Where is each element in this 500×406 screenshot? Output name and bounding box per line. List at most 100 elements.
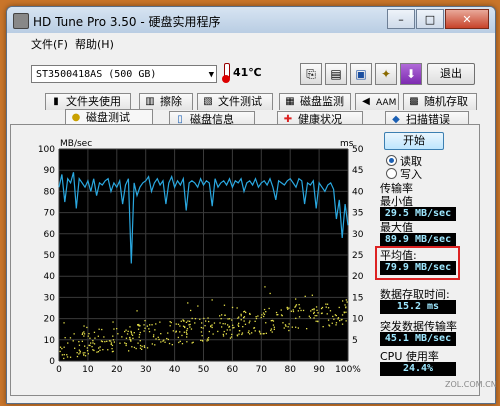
access-time-point	[306, 328, 308, 330]
access-time-point	[333, 318, 335, 320]
access-time-point	[291, 326, 293, 328]
y-tick-label-left: 10	[44, 336, 56, 346]
access-time-point	[128, 350, 130, 352]
access-time-point	[149, 324, 151, 326]
access-time-point	[273, 328, 275, 330]
access-time-point	[101, 340, 104, 343]
access-time-point	[328, 325, 331, 327]
access-time-point	[311, 294, 313, 296]
access-time-point	[86, 347, 88, 349]
y-tick-label-right: 30	[352, 230, 364, 240]
access-time-point	[197, 305, 199, 307]
access-time-point	[112, 335, 114, 337]
y-tick-label-right: 40	[352, 187, 364, 197]
access-time-point	[112, 321, 114, 323]
access-time-point	[106, 340, 108, 342]
access-time-point	[220, 318, 222, 320]
y-tick-label-right: 45	[352, 166, 363, 176]
access-time-point	[116, 328, 118, 330]
access-time-point	[111, 344, 114, 347]
access-time-point	[130, 330, 132, 333]
access-time-point	[219, 322, 221, 324]
y-tick-label-right: 35	[352, 209, 363, 219]
access-time-point	[125, 337, 128, 339]
access-time-point	[240, 319, 242, 321]
burst-rate-value: 45.1 MB/sec	[380, 332, 456, 346]
access-time-point	[143, 346, 146, 348]
access-time-point	[322, 326, 324, 328]
access-time-point	[93, 331, 96, 333]
access-time-point	[136, 310, 138, 312]
access-time-point	[88, 333, 90, 335]
access-time-point	[222, 333, 224, 336]
access-time-point	[181, 334, 183, 337]
x-tick-label: 90	[313, 365, 325, 375]
access-time-point	[339, 320, 341, 322]
access-time-point	[78, 353, 80, 355]
access-time-point	[212, 333, 214, 335]
access-time-point	[73, 333, 75, 335]
access-time-point	[88, 344, 90, 346]
access-time-point	[304, 295, 306, 297]
access-time-point	[107, 349, 109, 351]
access-time-point	[338, 306, 340, 309]
access-time-point	[182, 325, 185, 327]
access-time-point	[177, 323, 180, 325]
access-time-point	[248, 330, 250, 332]
access-time-point	[180, 320, 182, 322]
access-time-point	[222, 323, 224, 325]
access-time-point	[236, 307, 238, 309]
access-time-point	[72, 340, 74, 342]
access-time-point	[117, 333, 119, 335]
access-time-point	[112, 350, 114, 352]
access-time-point	[295, 304, 298, 306]
access-time-point	[236, 334, 238, 336]
access-time-point	[144, 327, 146, 329]
access-time-point	[341, 323, 344, 325]
access-time-point	[63, 322, 65, 324]
access-time-point	[98, 328, 100, 330]
access-time-point	[166, 337, 168, 340]
access-time-point	[160, 333, 162, 335]
access-time-point	[270, 328, 273, 330]
watermark: ZOL.COM.CN	[445, 380, 497, 389]
access-time-point	[325, 303, 327, 305]
access-time-point	[78, 349, 80, 351]
x-tick-label: 40	[169, 365, 181, 375]
access-time-point	[345, 306, 347, 308]
y-tick-label-left: 60	[44, 230, 56, 240]
access-time-point	[143, 324, 145, 326]
access-time-point	[84, 355, 87, 357]
access-time-point	[187, 302, 189, 304]
access-time-point	[243, 311, 245, 313]
access-time-point	[288, 329, 290, 332]
access-time-point	[346, 301, 348, 303]
access-time-point	[231, 306, 234, 309]
access-time-point	[253, 327, 256, 329]
access-time-point	[262, 312, 265, 314]
access-time-point	[249, 320, 251, 322]
access-time-point	[189, 320, 191, 322]
access-time-point	[113, 341, 115, 343]
access-time-point	[313, 317, 315, 319]
access-time-point	[139, 344, 142, 347]
x-tick-label: 80	[284, 365, 296, 375]
y-tick-label-right: 50	[352, 145, 364, 155]
access-time-point	[93, 343, 96, 345]
access-time-point	[277, 314, 279, 316]
x-tick-label: 0	[56, 365, 62, 375]
access-time-point	[254, 320, 256, 322]
access-time-point	[110, 340, 112, 342]
access-time-point	[200, 326, 202, 329]
start-button[interactable]: 开始	[384, 132, 444, 150]
access-time-point	[186, 336, 188, 338]
access-time-point	[309, 317, 311, 319]
access-time-point	[211, 324, 213, 326]
access-time-point	[292, 310, 295, 313]
x-axis-ticks: 0 10 20 30 40 50 60 70 80 90 100%	[56, 365, 361, 375]
access-time-point	[125, 343, 127, 345]
access-time-point	[146, 347, 149, 349]
access-time-point	[335, 322, 338, 324]
access-time-point	[224, 323, 226, 325]
access-time-value: 15.2 ms	[380, 300, 456, 314]
